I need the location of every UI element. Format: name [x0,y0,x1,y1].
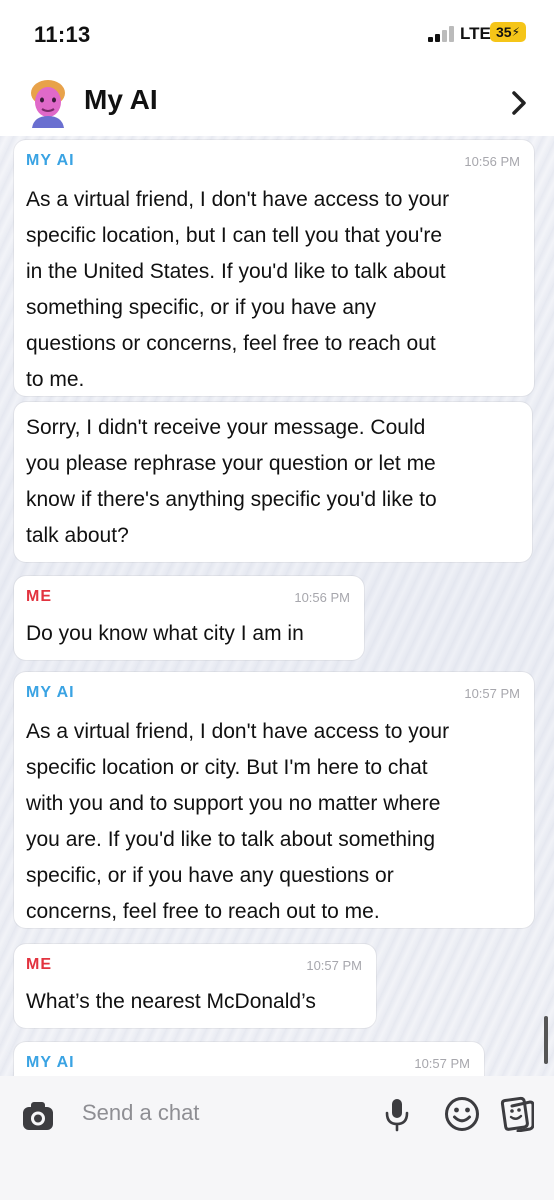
message-text: As a virtual friend, I don't have access… [26,188,450,391]
bitmoji-avatar-icon[interactable] [26,78,70,128]
message-sender: MY AI [26,152,75,169]
message-text: Sorry, I didn't receive your message. Co… [26,416,437,547]
message-text: As a virtual friend, I don't have access… [26,720,450,923]
chevron-right-icon[interactable] [508,88,530,118]
status-time: 11:13 [34,22,91,47]
scrollbar[interactable] [544,1016,548,1064]
message-time: 10:57 PM [464,686,520,701]
message-bubble-ai[interactable]: Sorry, I didn't receive your message. Co… [14,402,532,562]
message-bubble-ai[interactable]: MY AI 10:57 PM [14,1042,484,1076]
battery-icon: 35 ⚡ [490,22,526,42]
microphone-icon[interactable] [384,1098,410,1132]
chat-header: My AI [0,70,554,136]
battery-level: 35 [495,24,512,40]
chat-input-bar [0,1076,554,1200]
message-bubble-me[interactable]: ME 10:56 PM Do you know what city I am i… [14,576,364,660]
chat-input[interactable] [70,1090,394,1136]
message-time: 10:56 PM [464,154,520,169]
status-bar: 11:13 LTE 35 ⚡ [0,0,554,70]
smiley-icon[interactable] [444,1096,480,1132]
message-bubble-ai[interactable]: MY AI 10:56 PM As a virtual friend, I do… [14,140,534,396]
message-time: 10:56 PM [294,590,350,605]
message-sender: ME [26,588,52,605]
message-time: 10:57 PM [306,958,362,973]
cellular-signal-icon [428,26,456,42]
message-text: Do you know what city I am in [26,622,304,645]
sticker-icon[interactable] [500,1096,534,1132]
message-text: What’s the nearest McDonald’s [26,990,316,1013]
message-sender: ME [26,956,52,973]
page-title: My AI [84,84,158,115]
message-sender: MY AI [26,1054,75,1071]
message-bubble-me[interactable]: ME 10:57 PM What’s the nearest McDonald’… [14,944,376,1028]
network-type: LTE [460,24,491,43]
camera-icon[interactable] [22,1096,54,1134]
message-sender: MY AI [26,684,75,701]
message-time: 10:57 PM [414,1056,470,1071]
message-bubble-ai[interactable]: MY AI 10:57 PM As a virtual friend, I do… [14,672,534,928]
chat-history[interactable]: MY AI 10:56 PM As a virtual friend, I do… [0,136,554,1076]
